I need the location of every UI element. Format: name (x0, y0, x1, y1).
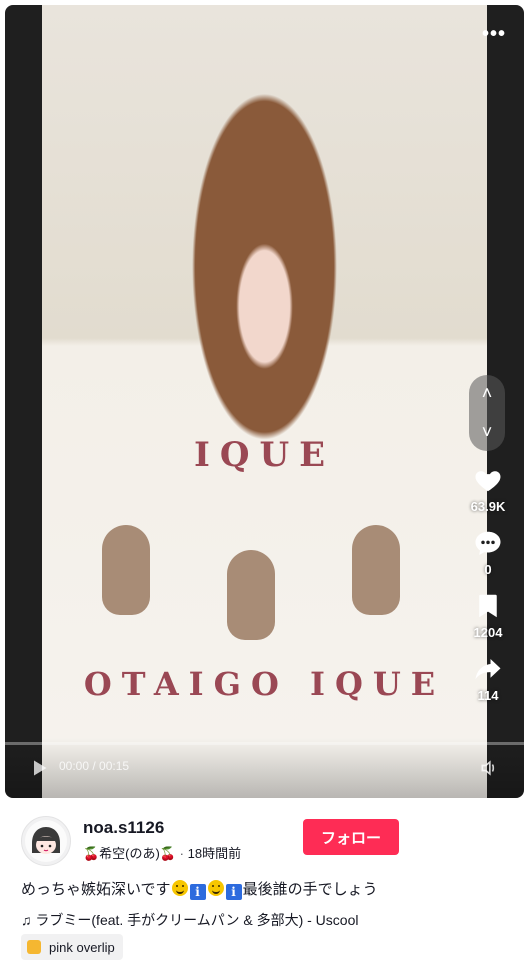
more-options-button[interactable]: ••• (482, 23, 506, 46)
info-emoji-icon: i (225, 884, 242, 900)
avatar[interactable] (21, 816, 71, 866)
music-link[interactable]: ♫ ラブミー(feat. 手がクリームパン & 多部大) - Uscool (21, 910, 358, 930)
comment-icon (475, 531, 501, 555)
sweater-bear-left (102, 525, 150, 615)
effect-chip[interactable]: pink overlip (21, 934, 123, 960)
action-bar: 63.9K 0 1204 114 (460, 465, 516, 717)
effect-label: pink overlip (49, 939, 115, 955)
follow-button[interactable]: フォロー (303, 819, 399, 855)
comment-count: 0 (484, 562, 492, 577)
description-text-2: 最後誰の手でしょう (242, 881, 378, 898)
video-description: めっちゃ嫉妬深いです i i 最後誰の手でしょう (21, 878, 378, 900)
chevron-down-icon[interactable]: ˅ (482, 422, 493, 443)
separator: · (179, 846, 185, 861)
sweater-print-bottom: OTAIGO IQUE (83, 665, 446, 703)
bookmark-icon (479, 594, 497, 618)
volume-icon[interactable] (478, 758, 500, 778)
effect-icon (27, 940, 41, 954)
display-name[interactable]: 🍒希空(のあ)🍒 (83, 846, 176, 861)
sweater-bear-center (227, 550, 275, 640)
playback-time: 00:00 / 00:15 (59, 759, 130, 773)
username[interactable]: noa.s1126 (83, 818, 164, 838)
music-title: ラブミー(feat. 手がクリームパン & 多部大) - Uscool (35, 912, 359, 928)
like-button[interactable]: 63.9K (470, 465, 506, 514)
author-row: noa.s1126 🍒希空(のあ)🍒 · 18時間前 フォロー (21, 816, 511, 866)
smile-emoji-icon (207, 880, 224, 896)
heart-icon (475, 471, 501, 492)
sweater-print-top: IQUE (193, 435, 336, 475)
chevron-up-icon[interactable]: ˄ (482, 383, 493, 404)
video-player[interactable]: IQUE OTAIGO IQUE ••• ˄ ˅ 63.9K 0 1204 11… (5, 5, 524, 798)
video-frame[interactable]: IQUE OTAIGO IQUE (42, 5, 487, 798)
smile-emoji-icon (171, 880, 188, 896)
posted-time: 18時間前 (187, 846, 242, 861)
avatar-illustration-icon (25, 820, 67, 862)
progress-bar[interactable] (5, 742, 524, 745)
share-count: 114 (477, 688, 499, 703)
sweater-bear-right (352, 525, 400, 615)
save-count: 1204 (473, 625, 503, 640)
share-button[interactable]: 114 (473, 654, 503, 703)
save-button[interactable]: 1204 (473, 591, 503, 640)
music-note-icon: ♫ (21, 912, 32, 928)
play-icon[interactable] (29, 758, 49, 778)
description-text: めっちゃ嫉妬深いです (21, 881, 171, 898)
player-controls: 00:00 / 00:15 (5, 738, 524, 798)
like-count: 63.9K (470, 499, 506, 514)
share-icon (475, 659, 501, 679)
video-nav[interactable]: ˄ ˅ (469, 375, 505, 451)
comment-button[interactable]: 0 (473, 528, 503, 577)
author-subline: 🍒希空(のあ)🍒 · 18時間前 (83, 843, 241, 862)
info-emoji-icon: i (189, 884, 206, 900)
